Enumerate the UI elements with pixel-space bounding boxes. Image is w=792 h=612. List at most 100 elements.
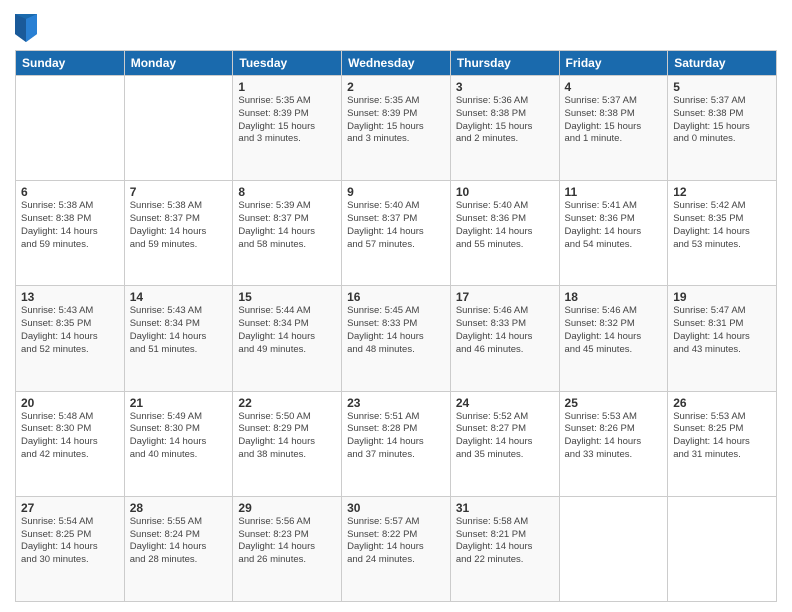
calendar-cell [124,76,233,181]
day-number: 9 [347,185,445,199]
weekday-header-thursday: Thursday [450,51,559,76]
day-number: 4 [565,80,663,94]
day-number: 11 [565,185,663,199]
calendar-cell: 4Sunrise: 5:37 AM Sunset: 8:38 PM Daylig… [559,76,668,181]
calendar-cell: 20Sunrise: 5:48 AM Sunset: 8:30 PM Dayli… [16,391,125,496]
weekday-header-tuesday: Tuesday [233,51,342,76]
calendar-cell [16,76,125,181]
day-info: Sunrise: 5:53 AM Sunset: 8:26 PM Dayligh… [565,411,663,462]
week-row-4: 20Sunrise: 5:48 AM Sunset: 8:30 PM Dayli… [16,391,777,496]
day-info: Sunrise: 5:40 AM Sunset: 8:36 PM Dayligh… [456,200,554,251]
day-number: 12 [673,185,771,199]
day-info: Sunrise: 5:57 AM Sunset: 8:22 PM Dayligh… [347,516,445,567]
day-number: 23 [347,396,445,410]
header [15,10,777,42]
day-number: 19 [673,290,771,304]
day-number: 6 [21,185,119,199]
calendar-cell: 19Sunrise: 5:47 AM Sunset: 8:31 PM Dayli… [668,286,777,391]
calendar-cell [668,496,777,601]
calendar-cell: 10Sunrise: 5:40 AM Sunset: 8:36 PM Dayli… [450,181,559,286]
weekday-header-saturday: Saturday [668,51,777,76]
day-info: Sunrise: 5:56 AM Sunset: 8:23 PM Dayligh… [238,516,336,567]
day-number: 1 [238,80,336,94]
calendar: SundayMondayTuesdayWednesdayThursdayFrid… [15,50,777,602]
day-info: Sunrise: 5:48 AM Sunset: 8:30 PM Dayligh… [21,411,119,462]
day-number: 7 [130,185,228,199]
day-info: Sunrise: 5:42 AM Sunset: 8:35 PM Dayligh… [673,200,771,251]
calendar-cell: 31Sunrise: 5:58 AM Sunset: 8:21 PM Dayli… [450,496,559,601]
day-number: 10 [456,185,554,199]
calendar-cell: 21Sunrise: 5:49 AM Sunset: 8:30 PM Dayli… [124,391,233,496]
day-number: 31 [456,501,554,515]
day-info: Sunrise: 5:44 AM Sunset: 8:34 PM Dayligh… [238,305,336,356]
calendar-cell: 16Sunrise: 5:45 AM Sunset: 8:33 PM Dayli… [342,286,451,391]
weekday-header-monday: Monday [124,51,233,76]
weekday-header-wednesday: Wednesday [342,51,451,76]
calendar-cell: 8Sunrise: 5:39 AM Sunset: 8:37 PM Daylig… [233,181,342,286]
day-info: Sunrise: 5:38 AM Sunset: 8:37 PM Dayligh… [130,200,228,251]
day-number: 27 [21,501,119,515]
day-number: 3 [456,80,554,94]
day-info: Sunrise: 5:49 AM Sunset: 8:30 PM Dayligh… [130,411,228,462]
day-info: Sunrise: 5:36 AM Sunset: 8:38 PM Dayligh… [456,95,554,146]
calendar-cell: 9Sunrise: 5:40 AM Sunset: 8:37 PM Daylig… [342,181,451,286]
calendar-cell: 26Sunrise: 5:53 AM Sunset: 8:25 PM Dayli… [668,391,777,496]
day-number: 25 [565,396,663,410]
day-number: 2 [347,80,445,94]
calendar-cell: 12Sunrise: 5:42 AM Sunset: 8:35 PM Dayli… [668,181,777,286]
day-info: Sunrise: 5:43 AM Sunset: 8:34 PM Dayligh… [130,305,228,356]
day-info: Sunrise: 5:41 AM Sunset: 8:36 PM Dayligh… [565,200,663,251]
day-info: Sunrise: 5:45 AM Sunset: 8:33 PM Dayligh… [347,305,445,356]
calendar-cell [559,496,668,601]
day-info: Sunrise: 5:39 AM Sunset: 8:37 PM Dayligh… [238,200,336,251]
day-info: Sunrise: 5:37 AM Sunset: 8:38 PM Dayligh… [673,95,771,146]
calendar-cell: 14Sunrise: 5:43 AM Sunset: 8:34 PM Dayli… [124,286,233,391]
day-info: Sunrise: 5:54 AM Sunset: 8:25 PM Dayligh… [21,516,119,567]
logo [15,14,40,42]
calendar-cell: 5Sunrise: 5:37 AM Sunset: 8:38 PM Daylig… [668,76,777,181]
day-number: 30 [347,501,445,515]
day-info: Sunrise: 5:58 AM Sunset: 8:21 PM Dayligh… [456,516,554,567]
calendar-cell: 11Sunrise: 5:41 AM Sunset: 8:36 PM Dayli… [559,181,668,286]
calendar-cell: 6Sunrise: 5:38 AM Sunset: 8:38 PM Daylig… [16,181,125,286]
day-number: 22 [238,396,336,410]
day-number: 14 [130,290,228,304]
day-number: 5 [673,80,771,94]
calendar-cell: 18Sunrise: 5:46 AM Sunset: 8:32 PM Dayli… [559,286,668,391]
day-number: 16 [347,290,445,304]
weekday-header-row: SundayMondayTuesdayWednesdayThursdayFrid… [16,51,777,76]
week-row-2: 6Sunrise: 5:38 AM Sunset: 8:38 PM Daylig… [16,181,777,286]
calendar-cell: 23Sunrise: 5:51 AM Sunset: 8:28 PM Dayli… [342,391,451,496]
day-info: Sunrise: 5:52 AM Sunset: 8:27 PM Dayligh… [456,411,554,462]
day-number: 21 [130,396,228,410]
day-info: Sunrise: 5:50 AM Sunset: 8:29 PM Dayligh… [238,411,336,462]
weekday-header-friday: Friday [559,51,668,76]
page: SundayMondayTuesdayWednesdayThursdayFrid… [0,0,792,612]
day-number: 20 [21,396,119,410]
calendar-cell: 2Sunrise: 5:35 AM Sunset: 8:39 PM Daylig… [342,76,451,181]
day-info: Sunrise: 5:43 AM Sunset: 8:35 PM Dayligh… [21,305,119,356]
calendar-cell: 28Sunrise: 5:55 AM Sunset: 8:24 PM Dayli… [124,496,233,601]
week-row-5: 27Sunrise: 5:54 AM Sunset: 8:25 PM Dayli… [16,496,777,601]
logo-icon [15,14,37,42]
day-info: Sunrise: 5:35 AM Sunset: 8:39 PM Dayligh… [238,95,336,146]
calendar-cell: 3Sunrise: 5:36 AM Sunset: 8:38 PM Daylig… [450,76,559,181]
calendar-cell: 27Sunrise: 5:54 AM Sunset: 8:25 PM Dayli… [16,496,125,601]
day-number: 28 [130,501,228,515]
day-info: Sunrise: 5:51 AM Sunset: 8:28 PM Dayligh… [347,411,445,462]
calendar-cell: 7Sunrise: 5:38 AM Sunset: 8:37 PM Daylig… [124,181,233,286]
weekday-header-sunday: Sunday [16,51,125,76]
day-info: Sunrise: 5:47 AM Sunset: 8:31 PM Dayligh… [673,305,771,356]
calendar-cell: 22Sunrise: 5:50 AM Sunset: 8:29 PM Dayli… [233,391,342,496]
day-number: 24 [456,396,554,410]
calendar-cell: 13Sunrise: 5:43 AM Sunset: 8:35 PM Dayli… [16,286,125,391]
calendar-cell: 30Sunrise: 5:57 AM Sunset: 8:22 PM Dayli… [342,496,451,601]
day-info: Sunrise: 5:40 AM Sunset: 8:37 PM Dayligh… [347,200,445,251]
calendar-cell: 1Sunrise: 5:35 AM Sunset: 8:39 PM Daylig… [233,76,342,181]
day-number: 15 [238,290,336,304]
calendar-cell: 15Sunrise: 5:44 AM Sunset: 8:34 PM Dayli… [233,286,342,391]
week-row-3: 13Sunrise: 5:43 AM Sunset: 8:35 PM Dayli… [16,286,777,391]
day-number: 29 [238,501,336,515]
day-info: Sunrise: 5:37 AM Sunset: 8:38 PM Dayligh… [565,95,663,146]
day-info: Sunrise: 5:55 AM Sunset: 8:24 PM Dayligh… [130,516,228,567]
